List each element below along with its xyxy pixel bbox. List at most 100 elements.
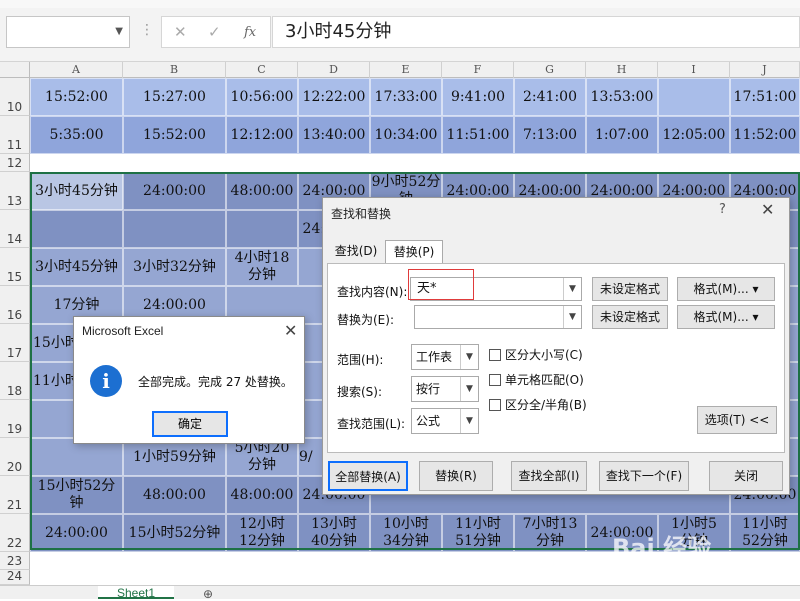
checkbox-icon[interactable] (489, 399, 501, 411)
row-header-20[interactable]: 20 (0, 438, 30, 476)
cell-j11[interactable]: 11:52:00 (730, 116, 800, 154)
formula-bar: ▼ ⋮ ✕ ✓ fx 3小时45分钟 (0, 0, 800, 62)
scope-label: 范围(H): (337, 353, 384, 367)
checkbox-icon[interactable] (489, 374, 501, 386)
replace-button[interactable]: 替换(R) (419, 461, 493, 491)
chevron-down-icon[interactable]: ▼ (460, 345, 478, 369)
cell-i11[interactable]: 12:05:00 (658, 116, 730, 154)
close-icon[interactable]: ✕ (761, 200, 774, 219)
row-header-13[interactable]: 13 (0, 172, 30, 210)
enter-icon[interactable]: ✓ (208, 23, 221, 41)
cell-e10[interactable]: 17:33:00 (370, 78, 442, 116)
dialog-title: 查找和替换 (331, 207, 392, 221)
row-header-19[interactable]: 19 (0, 400, 30, 438)
column-header-g[interactable]: G (514, 62, 586, 78)
match-width-checkbox[interactable]: 区分全/半角(B) (489, 396, 587, 413)
column-header-f[interactable]: F (442, 62, 514, 78)
replace-format-preview: 未设定格式 (592, 305, 668, 329)
cell-c10[interactable]: 10:56:00 (226, 78, 298, 116)
insert-function-icon[interactable]: fx (244, 25, 256, 40)
select-all-corner[interactable] (0, 62, 30, 78)
cell-b10[interactable]: 15:27:00 (123, 78, 226, 116)
tab-find[interactable]: 查找(D) (331, 240, 381, 263)
formula-buttons: ✕ ✓ fx (161, 16, 271, 48)
column-header-j[interactable]: J (730, 62, 800, 78)
match-case-checkbox[interactable]: 区分大小写(C) (489, 346, 583, 363)
replace-format-label: 格式(M)... (693, 310, 749, 324)
sheet-tab-sheet1[interactable]: Sheet1 (98, 586, 174, 600)
cell-j10[interactable]: 17:51:00 (730, 78, 800, 116)
chevron-down-icon[interactable]: ▼ (460, 409, 478, 433)
cell-b11[interactable]: 15:52:00 (123, 116, 226, 154)
watermark-url: jingyan.baidu.com (680, 566, 782, 579)
replace-all-button[interactable]: 全部替换(A) (328, 461, 408, 491)
replace-format-button[interactable]: 格式(M)... ▾ (677, 305, 775, 329)
search-label: 搜索(S): (337, 385, 383, 399)
chevron-down-icon[interactable]: ▼ (563, 278, 581, 300)
chevron-down-icon[interactable]: ▼ (115, 26, 123, 37)
match-cell-checkbox[interactable]: 单元格匹配(O) (489, 371, 584, 388)
lookin-select[interactable]: 公式 ▼ (411, 408, 479, 434)
cell-g11[interactable]: 7:13:00 (514, 116, 586, 154)
row-header-21[interactable]: 21 (0, 476, 30, 514)
cell-f10[interactable]: 9:41:00 (442, 78, 514, 116)
options-button[interactable]: 选项(T) << (697, 406, 777, 434)
chevron-down-icon[interactable]: ▼ (460, 377, 478, 401)
cell-c11[interactable]: 12:12:00 (226, 116, 298, 154)
cell-d11[interactable]: 13:40:00 (298, 116, 370, 154)
row-header-23[interactable]: 23 (0, 552, 30, 570)
search-select[interactable]: 按行 ▼ (411, 376, 479, 402)
cell-a10[interactable]: 15:52:00 (30, 78, 123, 116)
highlight-box (408, 269, 474, 300)
row-header-14[interactable]: 14 (0, 210, 30, 248)
row-header-24[interactable]: 24 (0, 569, 30, 585)
cell-h11[interactable]: 1:07:00 (586, 116, 658, 154)
row-header-18[interactable]: 18 (0, 362, 30, 400)
row-header-15[interactable]: 15 (0, 248, 30, 286)
cell-d10[interactable]: 12:22:00 (298, 78, 370, 116)
scope-select[interactable]: 工作表 ▼ (411, 344, 479, 370)
find-next-button[interactable]: 查找下一个(F) (599, 461, 689, 491)
tab-replace[interactable]: 替换(P) (385, 240, 443, 263)
match-cell-label: 单元格匹配(O) (505, 373, 584, 387)
cell-e11[interactable]: 10:34:00 (370, 116, 442, 154)
row-header-16[interactable]: 16 (0, 286, 30, 324)
find-format-preview: 未设定格式 (592, 277, 668, 301)
find-replace-dialog: 查找和替换 ? ✕ 查找(D) 替换(P) 查找内容(N): 天* ▼ 未设定格… (322, 197, 790, 495)
formula-input[interactable]: 3小时45分钟 (272, 16, 800, 48)
row-header-12[interactable]: 12 (0, 154, 30, 172)
lookin-label: 查找范围(L): (337, 417, 406, 431)
drag-handle-icon[interactable]: ⋮ (140, 22, 154, 38)
close-button[interactable]: 关闭 (709, 461, 783, 491)
checkbox-icon[interactable] (489, 349, 501, 361)
row-header-17[interactable]: 17 (0, 324, 30, 362)
name-box[interactable]: ▼ (6, 16, 130, 48)
cell-h10[interactable]: 13:53:00 (586, 78, 658, 116)
column-header-a[interactable]: A (30, 62, 123, 78)
column-header-c[interactable]: C (226, 62, 298, 78)
chevron-down-icon[interactable]: ▼ (563, 306, 581, 328)
find-format-button[interactable]: 格式(M)... ▾ (677, 277, 775, 301)
help-icon[interactable]: ? (719, 202, 726, 217)
scope-value: 工作表 (416, 350, 453, 364)
column-header-d[interactable]: D (298, 62, 370, 78)
ok-button[interactable]: 确定 (152, 411, 228, 437)
close-icon[interactable]: ✕ (284, 321, 297, 340)
cell-g10[interactable]: 2:41:00 (514, 78, 586, 116)
cell-i10[interactable] (658, 78, 730, 116)
replace-panel: 查找内容(N): 天* ▼ 未设定格式 格式(M)... ▾ 替换为(E): ▼… (327, 263, 785, 453)
cancel-icon[interactable]: ✕ (174, 23, 187, 41)
row-header-10[interactable]: 10 (0, 78, 30, 116)
search-value: 按行 (416, 382, 441, 396)
find-all-button[interactable]: 查找全部(I) (511, 461, 587, 491)
column-header-b[interactable]: B (123, 62, 226, 78)
column-header-e[interactable]: E (370, 62, 442, 78)
replace-input[interactable]: ▼ (414, 305, 582, 329)
cell-a11[interactable]: 5:35:00 (30, 116, 123, 154)
column-header-i[interactable]: I (658, 62, 730, 78)
row-header-11[interactable]: 11 (0, 116, 30, 154)
cell-f11[interactable]: 11:51:00 (442, 116, 514, 154)
row-header-22[interactable]: 22 (0, 514, 30, 552)
match-case-label: 区分大小写(C) (505, 348, 583, 362)
column-header-h[interactable]: H (586, 62, 658, 78)
